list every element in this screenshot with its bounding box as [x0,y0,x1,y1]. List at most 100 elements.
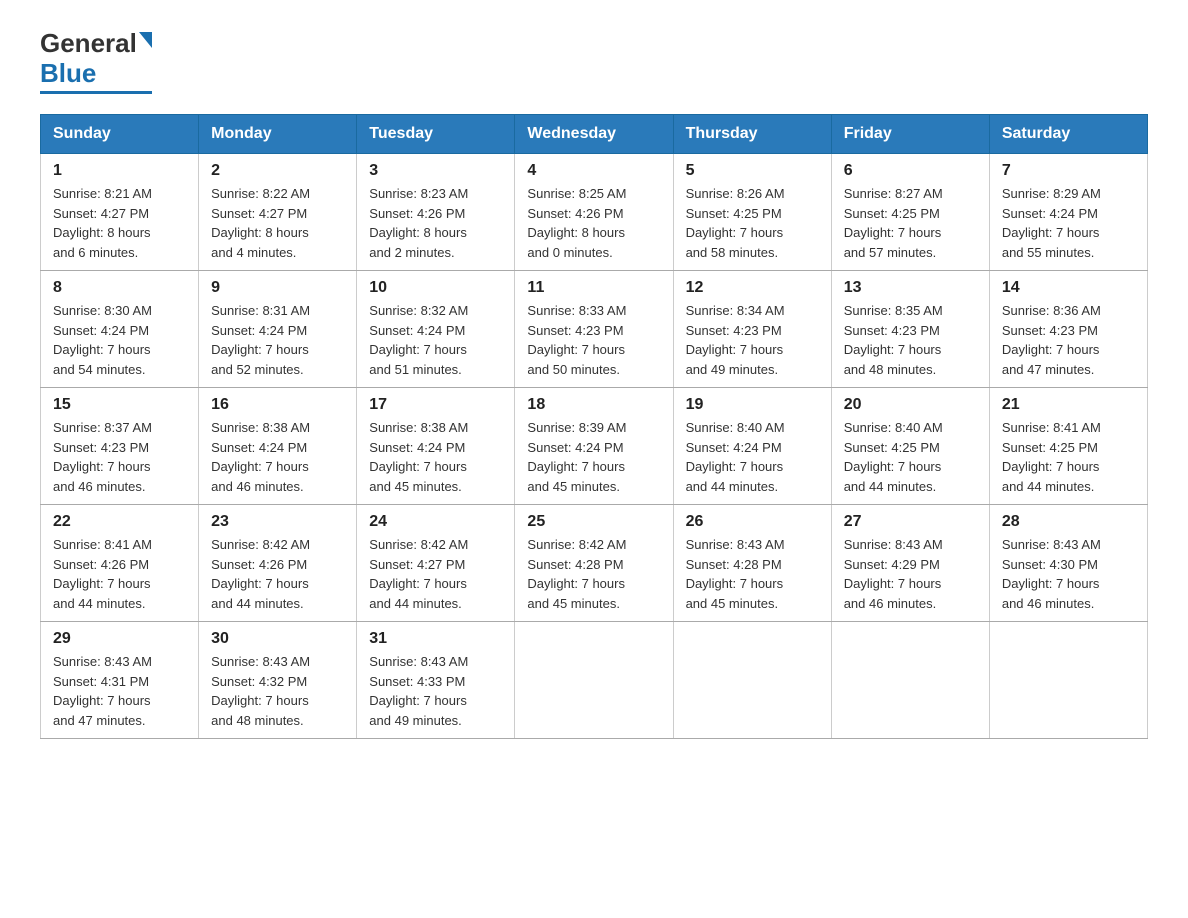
day-number: 23 [211,513,344,531]
day-info: Sunrise: 8:39 AM Sunset: 4:24 PM Dayligh… [527,418,660,496]
day-number: 29 [53,630,186,648]
day-number: 5 [686,162,819,180]
week-row-2: 15 Sunrise: 8:37 AM Sunset: 4:23 PM Dayl… [41,388,1148,505]
day-number: 4 [527,162,660,180]
day-cell: 24 Sunrise: 8:42 AM Sunset: 4:27 PM Dayl… [357,505,515,622]
page-header: General Blue [40,30,1148,94]
calendar-body: 1 Sunrise: 8:21 AM Sunset: 4:27 PM Dayli… [41,154,1148,739]
day-cell: 28 Sunrise: 8:43 AM Sunset: 4:30 PM Dayl… [989,505,1147,622]
day-cell [515,622,673,739]
day-number: 31 [369,630,502,648]
day-cell: 27 Sunrise: 8:43 AM Sunset: 4:29 PM Dayl… [831,505,989,622]
day-number: 12 [686,279,819,297]
day-cell: 18 Sunrise: 8:39 AM Sunset: 4:24 PM Dayl… [515,388,673,505]
day-info: Sunrise: 8:35 AM Sunset: 4:23 PM Dayligh… [844,301,977,379]
header-row: SundayMondayTuesdayWednesdayThursdayFrid… [41,115,1148,154]
day-number: 10 [369,279,502,297]
day-number: 19 [686,396,819,414]
day-cell: 21 Sunrise: 8:41 AM Sunset: 4:25 PM Dayl… [989,388,1147,505]
day-number: 30 [211,630,344,648]
header-thursday: Thursday [673,115,831,154]
header-sunday: Sunday [41,115,199,154]
header-wednesday: Wednesday [515,115,673,154]
day-cell: 16 Sunrise: 8:38 AM Sunset: 4:24 PM Dayl… [199,388,357,505]
day-cell: 11 Sunrise: 8:33 AM Sunset: 4:23 PM Dayl… [515,271,673,388]
day-number: 22 [53,513,186,531]
day-number: 2 [211,162,344,180]
day-number: 24 [369,513,502,531]
day-cell: 7 Sunrise: 8:29 AM Sunset: 4:24 PM Dayli… [989,154,1147,271]
day-number: 7 [1002,162,1135,180]
day-info: Sunrise: 8:22 AM Sunset: 4:27 PM Dayligh… [211,184,344,262]
day-number: 26 [686,513,819,531]
day-cell [831,622,989,739]
day-cell: 10 Sunrise: 8:32 AM Sunset: 4:24 PM Dayl… [357,271,515,388]
day-number: 14 [1002,279,1135,297]
day-info: Sunrise: 8:42 AM Sunset: 4:26 PM Dayligh… [211,535,344,613]
day-info: Sunrise: 8:38 AM Sunset: 4:24 PM Dayligh… [369,418,502,496]
day-info: Sunrise: 8:33 AM Sunset: 4:23 PM Dayligh… [527,301,660,379]
day-cell: 26 Sunrise: 8:43 AM Sunset: 4:28 PM Dayl… [673,505,831,622]
day-info: Sunrise: 8:43 AM Sunset: 4:32 PM Dayligh… [211,652,344,730]
day-info: Sunrise: 8:41 AM Sunset: 4:25 PM Dayligh… [1002,418,1135,496]
day-number: 3 [369,162,502,180]
logo-text: General [40,30,152,56]
day-info: Sunrise: 8:34 AM Sunset: 4:23 PM Dayligh… [686,301,819,379]
day-info: Sunrise: 8:31 AM Sunset: 4:24 PM Dayligh… [211,301,344,379]
day-info: Sunrise: 8:43 AM Sunset: 4:30 PM Dayligh… [1002,535,1135,613]
day-info: Sunrise: 8:21 AM Sunset: 4:27 PM Dayligh… [53,184,186,262]
week-row-4: 29 Sunrise: 8:43 AM Sunset: 4:31 PM Dayl… [41,622,1148,739]
day-info: Sunrise: 8:40 AM Sunset: 4:25 PM Dayligh… [844,418,977,496]
calendar-table: SundayMondayTuesdayWednesdayThursdayFrid… [40,114,1148,739]
day-cell: 2 Sunrise: 8:22 AM Sunset: 4:27 PM Dayli… [199,154,357,271]
day-cell: 12 Sunrise: 8:34 AM Sunset: 4:23 PM Dayl… [673,271,831,388]
day-number: 25 [527,513,660,531]
day-number: 8 [53,279,186,297]
day-info: Sunrise: 8:43 AM Sunset: 4:31 PM Dayligh… [53,652,186,730]
day-info: Sunrise: 8:26 AM Sunset: 4:25 PM Dayligh… [686,184,819,262]
day-info: Sunrise: 8:30 AM Sunset: 4:24 PM Dayligh… [53,301,186,379]
day-info: Sunrise: 8:43 AM Sunset: 4:29 PM Dayligh… [844,535,977,613]
day-cell: 23 Sunrise: 8:42 AM Sunset: 4:26 PM Dayl… [199,505,357,622]
logo: General Blue [40,30,152,94]
day-number: 21 [1002,396,1135,414]
day-info: Sunrise: 8:32 AM Sunset: 4:24 PM Dayligh… [369,301,502,379]
day-cell: 1 Sunrise: 8:21 AM Sunset: 4:27 PM Dayli… [41,154,199,271]
week-row-3: 22 Sunrise: 8:41 AM Sunset: 4:26 PM Dayl… [41,505,1148,622]
day-number: 1 [53,162,186,180]
day-number: 20 [844,396,977,414]
day-cell: 20 Sunrise: 8:40 AM Sunset: 4:25 PM Dayl… [831,388,989,505]
day-cell: 17 Sunrise: 8:38 AM Sunset: 4:24 PM Dayl… [357,388,515,505]
day-cell: 13 Sunrise: 8:35 AM Sunset: 4:23 PM Dayl… [831,271,989,388]
logo-blue-text: Blue [40,58,96,89]
week-row-0: 1 Sunrise: 8:21 AM Sunset: 4:27 PM Dayli… [41,154,1148,271]
logo-line [40,91,152,94]
day-cell: 19 Sunrise: 8:40 AM Sunset: 4:24 PM Dayl… [673,388,831,505]
day-cell: 25 Sunrise: 8:42 AM Sunset: 4:28 PM Dayl… [515,505,673,622]
day-cell: 9 Sunrise: 8:31 AM Sunset: 4:24 PM Dayli… [199,271,357,388]
calendar-header: SundayMondayTuesdayWednesdayThursdayFrid… [41,115,1148,154]
header-saturday: Saturday [989,115,1147,154]
day-cell: 5 Sunrise: 8:26 AM Sunset: 4:25 PM Dayli… [673,154,831,271]
header-tuesday: Tuesday [357,115,515,154]
day-info: Sunrise: 8:42 AM Sunset: 4:28 PM Dayligh… [527,535,660,613]
day-number: 16 [211,396,344,414]
day-cell: 30 Sunrise: 8:43 AM Sunset: 4:32 PM Dayl… [199,622,357,739]
day-number: 11 [527,279,660,297]
day-number: 18 [527,396,660,414]
day-cell: 4 Sunrise: 8:25 AM Sunset: 4:26 PM Dayli… [515,154,673,271]
day-cell: 6 Sunrise: 8:27 AM Sunset: 4:25 PM Dayli… [831,154,989,271]
day-number: 13 [844,279,977,297]
day-number: 27 [844,513,977,531]
day-info: Sunrise: 8:36 AM Sunset: 4:23 PM Dayligh… [1002,301,1135,379]
day-number: 17 [369,396,502,414]
day-cell [673,622,831,739]
day-number: 28 [1002,513,1135,531]
day-info: Sunrise: 8:40 AM Sunset: 4:24 PM Dayligh… [686,418,819,496]
day-cell: 29 Sunrise: 8:43 AM Sunset: 4:31 PM Dayl… [41,622,199,739]
day-info: Sunrise: 8:38 AM Sunset: 4:24 PM Dayligh… [211,418,344,496]
day-cell: 31 Sunrise: 8:43 AM Sunset: 4:33 PM Dayl… [357,622,515,739]
day-cell: 8 Sunrise: 8:30 AM Sunset: 4:24 PM Dayli… [41,271,199,388]
day-info: Sunrise: 8:37 AM Sunset: 4:23 PM Dayligh… [53,418,186,496]
day-number: 15 [53,396,186,414]
